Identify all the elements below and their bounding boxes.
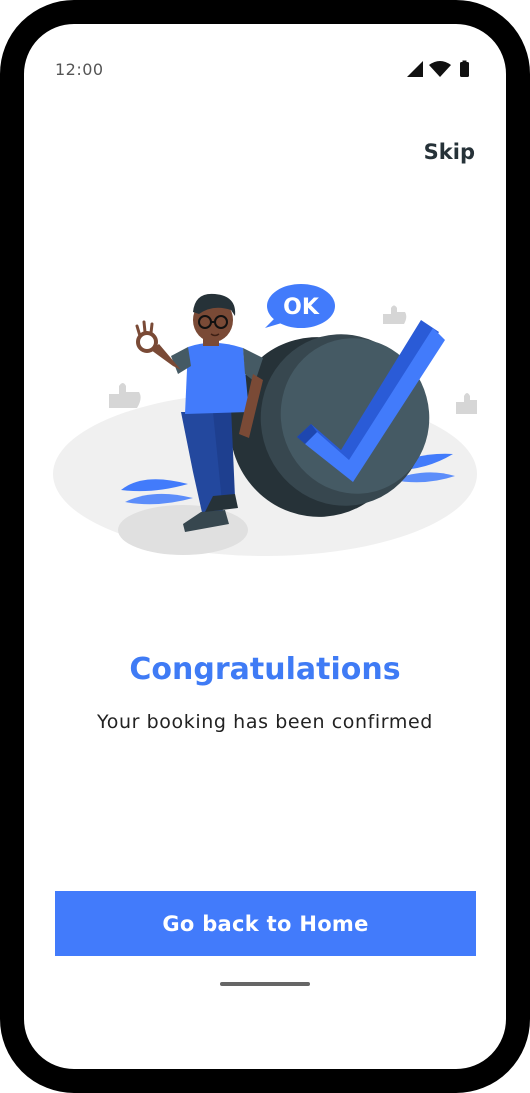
phone-frame: 12:00 Skip OK Congratulations Your booki… (0, 0, 530, 1093)
ok-speech-bubble: OK (265, 284, 335, 328)
wifi-icon (429, 61, 451, 77)
skip-button[interactable]: Skip (424, 140, 475, 164)
congratulations-title: Congratulations (129, 652, 401, 687)
booking-confirmed-illustration: OK (53, 284, 477, 556)
home-indicator[interactable] (220, 982, 310, 986)
battery-icon (460, 62, 469, 77)
status-icons (407, 60, 469, 77)
screen: 12:00 Skip OK Congratulations Your booki… (24, 24, 506, 1069)
ok-bubble-text: OK (283, 295, 320, 320)
booking-confirmed-text: Your booking has been confirmed (97, 711, 433, 733)
go-back-home-button[interactable]: Go back to Home (55, 891, 476, 956)
signal-icon (407, 61, 423, 77)
status-time: 12:00 (55, 60, 104, 79)
